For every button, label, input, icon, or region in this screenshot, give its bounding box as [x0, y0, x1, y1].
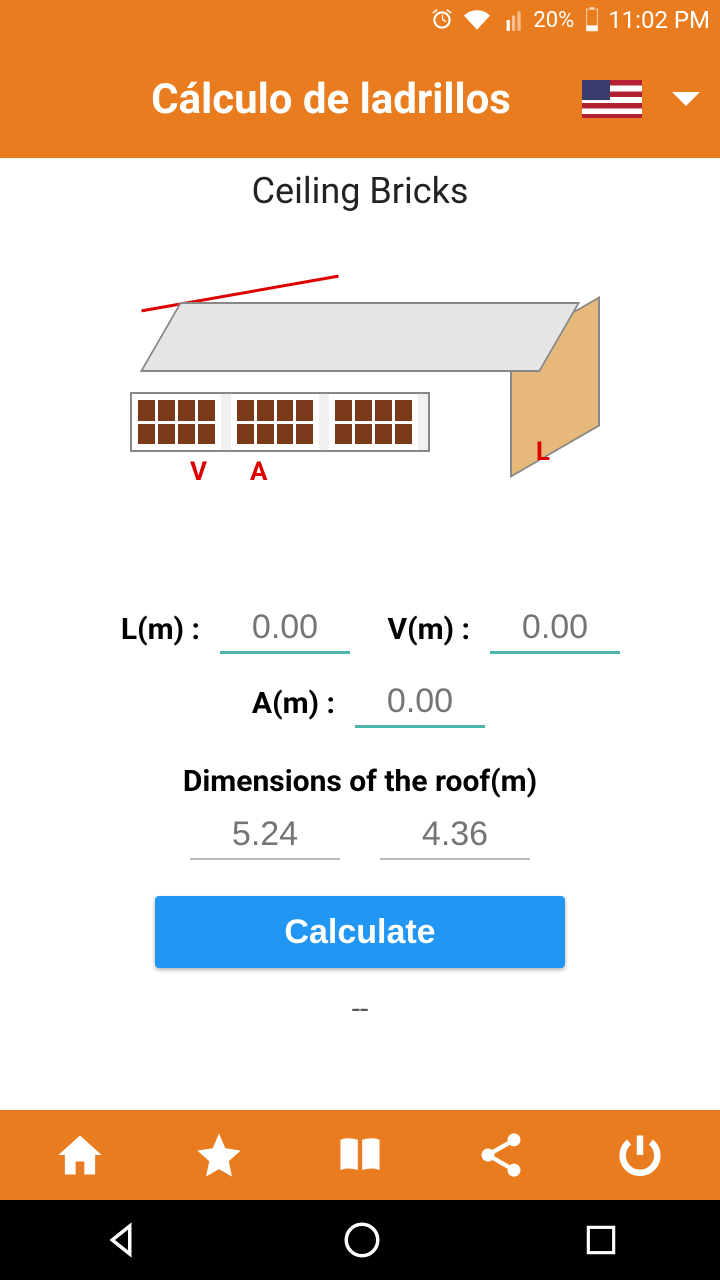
star-icon[interactable]: [193, 1129, 245, 1181]
power-icon[interactable]: [614, 1129, 666, 1181]
bottom-nav: [0, 1110, 720, 1200]
chevron-down-icon[interactable]: [672, 92, 700, 106]
input-dim1[interactable]: [190, 811, 340, 860]
system-nav: [0, 1200, 720, 1280]
signal-icon: [499, 7, 525, 33]
result-text: --: [352, 992, 369, 1027]
row-lv: L(m) : V(m) :: [100, 604, 620, 654]
share-icon[interactable]: [475, 1129, 527, 1181]
clock-time: 11:02 PM: [608, 6, 710, 34]
wifi-icon: [463, 7, 491, 33]
app-bar: Cálculo de ladrillos: [0, 40, 720, 158]
dimensions-heading: Dimensions of the roof(m): [183, 764, 537, 799]
row-a: A(m) :: [235, 678, 485, 728]
alarm-icon: [429, 7, 455, 33]
input-l[interactable]: [220, 604, 350, 654]
label-v: V(m) :: [370, 612, 470, 647]
diagram-label-v: V: [190, 457, 207, 487]
battery-percentage: 20%: [533, 8, 574, 33]
recent-icon[interactable]: [582, 1221, 620, 1259]
input-dim2[interactable]: [380, 811, 530, 860]
app-title: Cálculo de ladrillos: [20, 75, 582, 124]
status-bar: 20% 11:02 PM: [0, 0, 720, 40]
input-a[interactable]: [355, 678, 485, 728]
diagram-label-l: L: [536, 437, 550, 467]
book-icon[interactable]: [332, 1129, 388, 1181]
diagram: V A L: [0, 232, 720, 592]
calculate-button[interactable]: Calculate: [155, 896, 565, 968]
diagram-label-a: A: [250, 457, 267, 487]
label-l: L(m) :: [100, 612, 200, 647]
battery-icon: [584, 7, 600, 33]
main-content: Ceiling Bricks V A L L(m) : V(m) : A(m) …: [0, 158, 720, 1110]
row-dimensions: [190, 811, 530, 860]
home-icon[interactable]: [54, 1129, 106, 1181]
home-circle-icon[interactable]: [341, 1219, 383, 1261]
language-flag-icon[interactable]: [582, 80, 642, 118]
section-title: Ceiling Bricks: [252, 170, 469, 212]
input-v[interactable]: [490, 604, 620, 654]
back-icon[interactable]: [100, 1219, 142, 1261]
label-a: A(m) :: [235, 686, 335, 721]
